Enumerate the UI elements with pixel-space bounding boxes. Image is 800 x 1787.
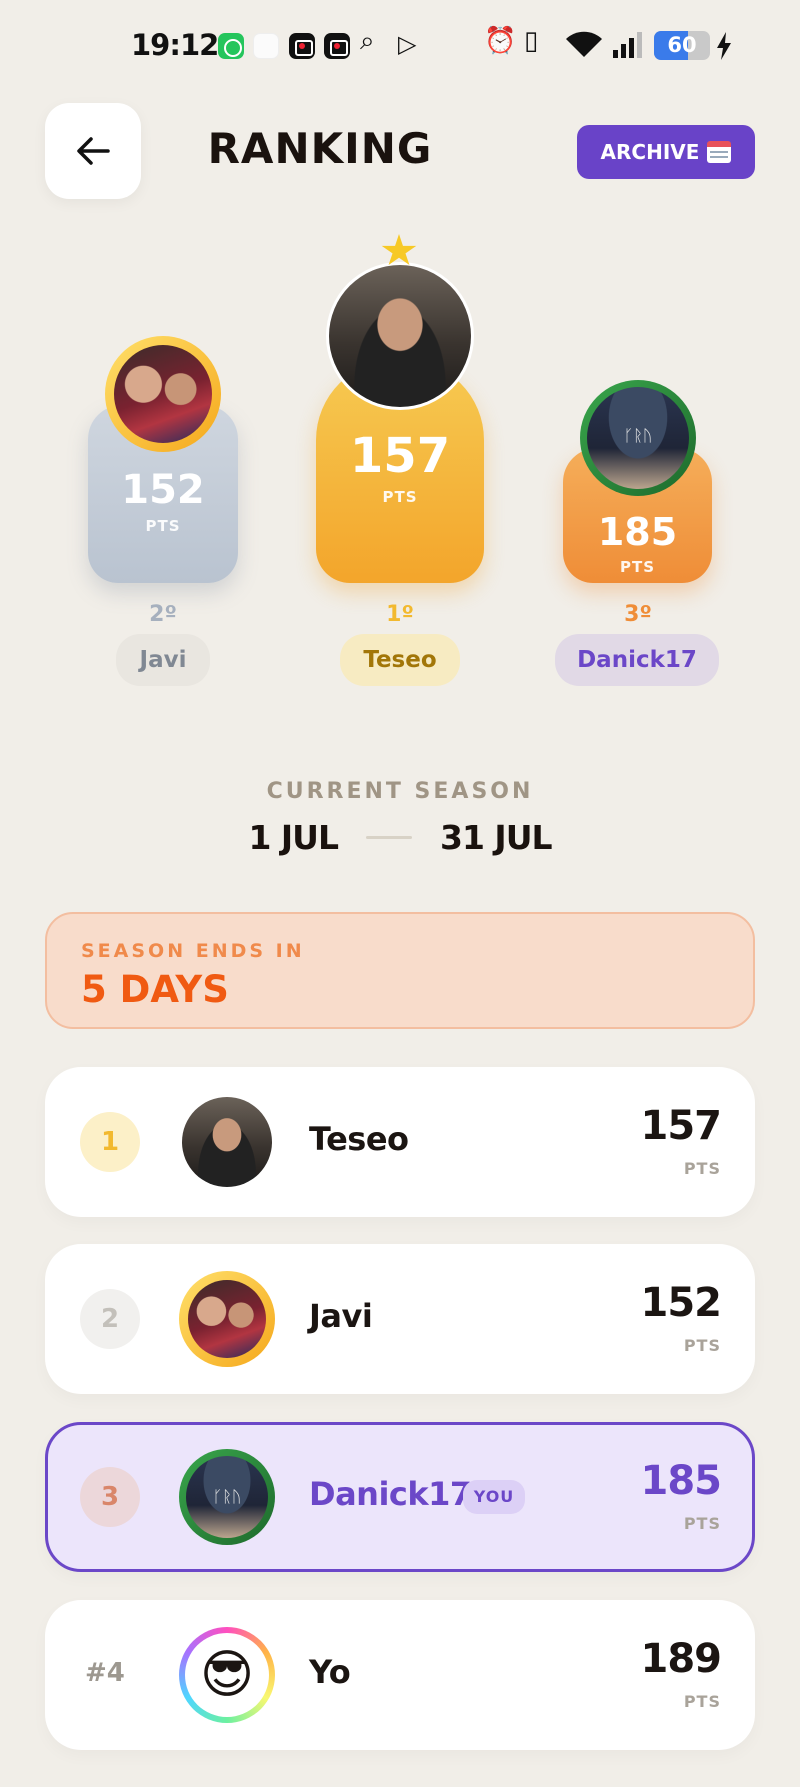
podium-first-unit: PTS xyxy=(382,488,418,506)
player-points: 189 xyxy=(640,1636,722,1682)
podium-second-points: 152 xyxy=(121,467,205,513)
podium-third-name[interactable]: Danick17 xyxy=(555,634,719,686)
season-start: 1 JUL xyxy=(248,818,339,857)
alarm-icon: ⏰ xyxy=(484,26,517,56)
ranking-row-current-user[interactable]: 3 Danick17 YOU 185 PTS xyxy=(45,1422,755,1572)
avatar xyxy=(179,1094,275,1190)
player-points: 157 xyxy=(640,1103,722,1149)
screen-record-icon xyxy=(289,33,315,59)
battery-level: 60 xyxy=(667,33,697,57)
rank-badge: 1 xyxy=(80,1112,140,1172)
screen-record-icon xyxy=(324,33,350,59)
notification-icon xyxy=(253,33,279,59)
battery-icon: 60 xyxy=(654,31,710,60)
avatar xyxy=(179,1271,275,1367)
wifi-icon xyxy=(566,31,602,57)
player-points: 185 xyxy=(640,1458,722,1504)
season-ends-label: SEASON ENDS IN xyxy=(81,940,305,962)
podium-third-unit: PTS xyxy=(619,558,656,576)
podium-third-place: 3º xyxy=(624,602,652,627)
podium-second-avatar[interactable] xyxy=(105,336,221,452)
season-label: CURRENT SEASON xyxy=(266,779,534,804)
you-badge: YOU xyxy=(463,1480,525,1514)
player-name: Danick17 xyxy=(309,1475,472,1513)
podium-first-name[interactable]: Teseo xyxy=(340,634,460,686)
podium-second-place: 2º xyxy=(149,602,177,627)
podium-second-name[interactable]: Javi xyxy=(116,634,210,686)
podium-first-points: 157 xyxy=(349,428,451,484)
avatar xyxy=(179,1449,275,1545)
podium-third-points: 185 xyxy=(597,510,678,554)
signal-icon xyxy=(613,32,642,58)
podium-third-avatar[interactable] xyxy=(580,380,696,496)
ranking-row[interactable]: #4 😎 Yo 189 PTS xyxy=(45,1600,755,1750)
page-title: RANKING xyxy=(207,124,433,173)
rank-badge: #4 xyxy=(85,1658,125,1688)
avatar: 😎 xyxy=(179,1627,275,1723)
archive-button[interactable]: ARCHIVE xyxy=(577,125,755,179)
player-points: 152 xyxy=(640,1280,722,1326)
season-ends-card: SEASON ENDS IN 5 DAYS xyxy=(45,912,755,1029)
date-separator xyxy=(366,836,413,839)
season-end: 31 JUL xyxy=(440,818,553,857)
rank-badge: 2 xyxy=(80,1289,140,1349)
sunglasses-emoji-icon: 😎 xyxy=(185,1633,269,1717)
archive-label: ARCHIVE xyxy=(600,140,700,164)
ranking-row[interactable]: 1 Teseo 157 PTS xyxy=(45,1067,755,1217)
vibrate-icon: ▯ xyxy=(524,26,539,56)
points-unit: PTS xyxy=(683,1514,721,1533)
status-bar: 19:12 ⌕ ▷ ⏰ ▯ 60 xyxy=(0,0,800,92)
status-time: 19:12 xyxy=(131,28,219,62)
play-store-icon: ▷ xyxy=(398,30,417,58)
player-name: Teseo xyxy=(309,1120,409,1158)
calendar-icon xyxy=(707,141,732,163)
points-unit: PTS xyxy=(683,1692,721,1711)
podium-first-place: 1º xyxy=(386,602,414,627)
season-ends-value: 5 DAYS xyxy=(81,968,229,1011)
charging-icon xyxy=(717,32,731,60)
player-name: Javi xyxy=(309,1297,373,1335)
podium-second-unit: PTS xyxy=(145,517,181,535)
player-name: Yo xyxy=(309,1653,351,1691)
whatsapp-icon xyxy=(218,33,244,59)
assistant-icon: ⌕ xyxy=(360,26,375,56)
points-unit: PTS xyxy=(683,1336,721,1355)
season-dates: 1 JUL 31 JUL xyxy=(0,818,800,857)
points-unit: PTS xyxy=(683,1159,721,1178)
podium-first-avatar[interactable] xyxy=(326,262,474,410)
rank-badge: 3 xyxy=(80,1467,140,1527)
ranking-row[interactable]: 2 Javi 152 PTS xyxy=(45,1244,755,1394)
